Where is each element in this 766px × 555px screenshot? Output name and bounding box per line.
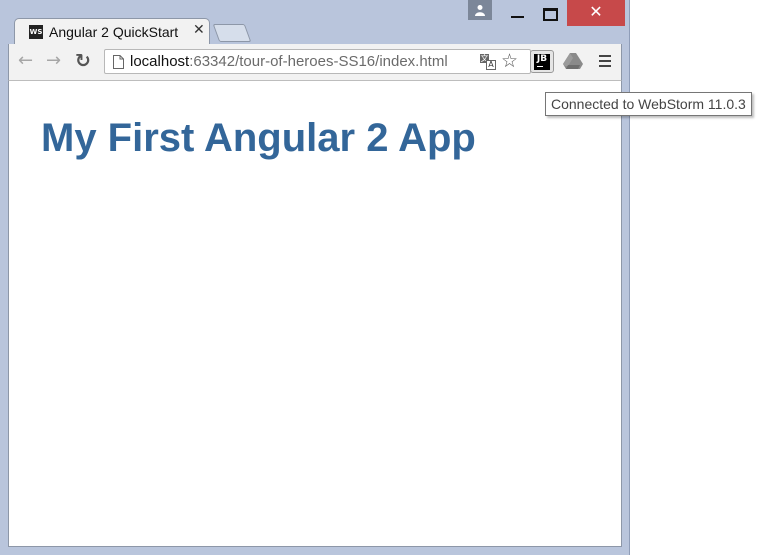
window-close-icon[interactable]: ✕ xyxy=(567,0,625,26)
url-host: localhost xyxy=(130,53,190,70)
tab-title: Angular 2 QuickStart xyxy=(49,24,179,40)
jetbrains-extension-label: JB xyxy=(534,54,550,70)
browser-toolbar: ← → ↻ localhost:63342/tour-of-heroes-SS1… xyxy=(8,44,622,80)
page-viewport: My First Angular 2 App xyxy=(8,80,622,547)
webstorm-tooltip: Connected to WebStorm 11.0.3 xyxy=(545,92,752,116)
page-icon xyxy=(113,55,124,69)
back-arrow-icon[interactable]: ← xyxy=(18,52,33,70)
profile-icon[interactable] xyxy=(468,0,492,20)
maximize-icon[interactable] xyxy=(536,0,564,26)
browser-window: WS Angular 2 QuickStart ✕ ✕ ← → ↻ localh… xyxy=(0,0,630,555)
tab-angular-quickstart[interactable]: WS Angular 2 QuickStart ✕ xyxy=(14,18,210,45)
new-tab-button[interactable] xyxy=(212,24,252,42)
translate-icon[interactable]: 文A xyxy=(480,54,496,70)
tab-close-icon[interactable]: ✕ xyxy=(193,22,205,38)
jetbrains-extension-icon[interactable]: JB xyxy=(530,50,554,73)
address-bar[interactable]: localhost:63342/tour-of-heroes-SS16/inde… xyxy=(104,49,531,74)
url-path: :63342/tour-of-heroes-SS16/index.html xyxy=(189,53,448,70)
forward-arrow-icon[interactable]: → xyxy=(46,52,61,70)
menu-icon[interactable] xyxy=(599,55,611,70)
webstorm-favicon-icon: WS xyxy=(29,25,43,39)
minimize-icon[interactable] xyxy=(503,0,531,26)
google-drive-icon[interactable] xyxy=(563,53,583,70)
translate-glyph-b: A xyxy=(486,60,496,70)
star-icon[interactable]: ☆ xyxy=(501,50,518,72)
page-heading: My First Angular 2 App xyxy=(41,116,476,160)
reload-icon[interactable]: ↻ xyxy=(75,52,91,71)
window-close-glyph: ✕ xyxy=(589,2,603,21)
url-text[interactable]: localhost:63342/tour-of-heroes-SS16/inde… xyxy=(130,53,448,70)
